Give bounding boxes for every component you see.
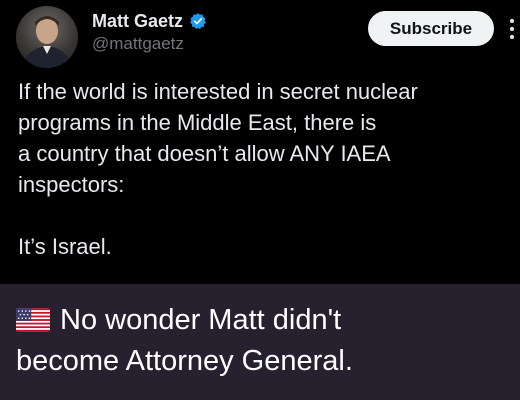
screenshot-page: Matt Gaetz @mattgaetz Subscribe If the w…: [0, 0, 520, 400]
post-text-line: programs in the Middle East, there is: [18, 110, 377, 135]
author-avatar[interactable]: [16, 6, 78, 68]
caption-banner: No wonder Matt didn't become Attorney Ge…: [0, 284, 520, 400]
author-name-row: Matt Gaetz: [92, 10, 207, 32]
caption-line-2: become Attorney General.: [16, 345, 353, 377]
more-vertical-icon[interactable]: [508, 16, 516, 42]
post-closing-line: It’s Israel.: [18, 234, 112, 259]
author-handle[interactable]: @mattgaetz: [92, 34, 184, 54]
post-text-line: inspectors:: [18, 172, 125, 197]
caption-line-1: No wonder Matt didn't: [60, 304, 342, 336]
verified-badge-icon: [190, 13, 206, 30]
profile-photo-icon: [22, 16, 72, 68]
author-display-name[interactable]: Matt Gaetz: [92, 10, 183, 32]
us-flag-icon: [16, 308, 50, 332]
caption-text: No wonder Matt didn't become Attorney Ge…: [16, 300, 510, 382]
post-card: Matt Gaetz @mattgaetz Subscribe If the w…: [0, 0, 520, 284]
post-text-line: a country that doesn’t allow ANY IAEA: [18, 141, 391, 166]
post-body-text: If the world is interested in secret nuc…: [18, 76, 512, 262]
subscribe-button[interactable]: Subscribe: [368, 11, 494, 46]
post-text-line: If the world is interested in secret nuc…: [18, 79, 418, 104]
